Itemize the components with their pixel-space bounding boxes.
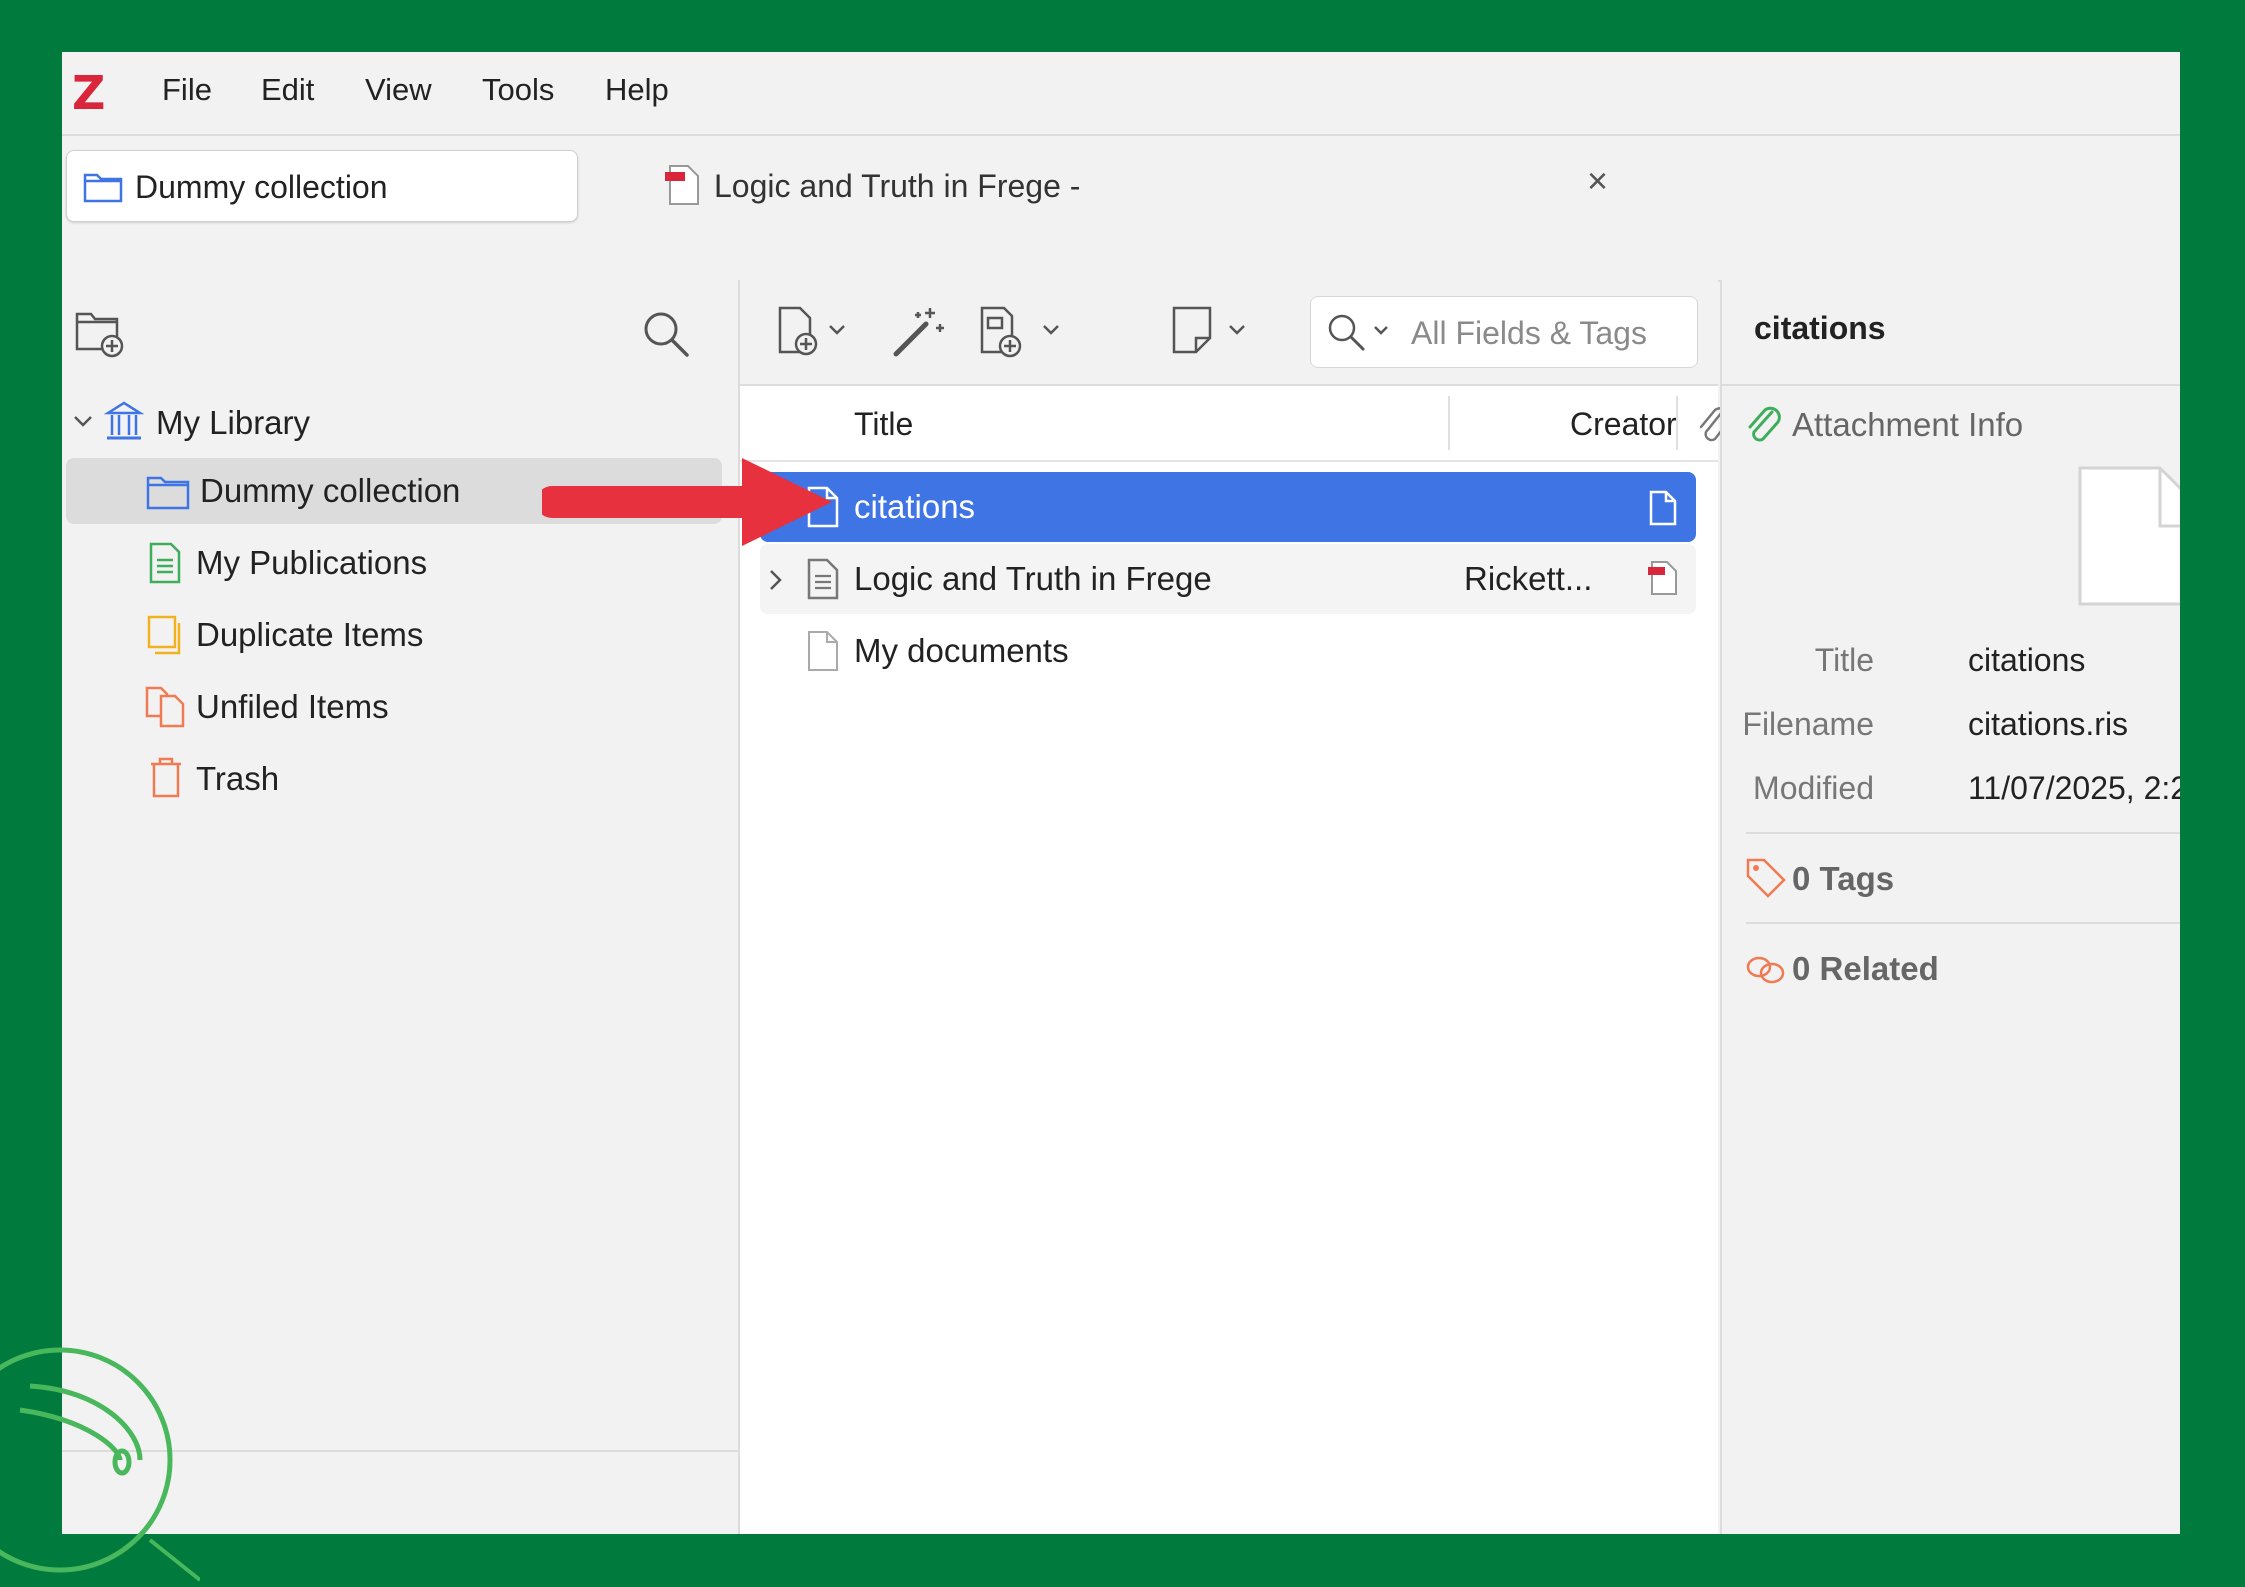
field-label-title: Title bbox=[1814, 642, 1874, 678]
close-tab-icon[interactable]: × bbox=[1587, 160, 1608, 202]
item-title: Logic and Truth in Frege bbox=[854, 560, 1212, 597]
menu-file[interactable]: File bbox=[162, 72, 212, 108]
field-label-filename: Filename bbox=[1742, 706, 1874, 742]
divider bbox=[1746, 832, 2180, 834]
menu-tools[interactable]: Tools bbox=[482, 72, 554, 108]
tags-heading[interactable]: 0 Tags bbox=[1792, 860, 1894, 898]
folder-icon bbox=[146, 476, 190, 510]
publications-icon bbox=[149, 542, 181, 584]
attachment-info-icon bbox=[1748, 406, 1781, 442]
pdf-icon[interactable] bbox=[1646, 560, 1680, 598]
table-row[interactable]: My documents bbox=[760, 616, 1696, 686]
annotation-arrow bbox=[542, 458, 832, 546]
add-attachment-icon[interactable] bbox=[976, 304, 1068, 360]
tab-label: Dummy collection bbox=[135, 169, 388, 205]
new-note-icon[interactable] bbox=[1170, 304, 1254, 360]
item-details-pane: citations Attachment Info Title citation… bbox=[1720, 280, 2180, 1534]
column-title[interactable]: Title bbox=[854, 406, 913, 443]
tree-my-library[interactable]: My Library bbox=[62, 390, 722, 456]
search-input[interactable]: All Fields & Tags bbox=[1310, 296, 1698, 368]
field-label-modified: Modified bbox=[1753, 770, 1874, 806]
book-section-icon bbox=[807, 558, 839, 600]
sidebar-item-duplicate-items[interactable]: Duplicate Items bbox=[62, 602, 722, 668]
pdf-icon bbox=[665, 165, 699, 205]
search-placeholder: All Fields & Tags bbox=[1411, 315, 1647, 351]
search-icon[interactable] bbox=[640, 308, 692, 360]
chevron-down-icon[interactable] bbox=[72, 414, 94, 430]
magic-wand-icon[interactable] bbox=[890, 304, 946, 360]
menu-edit[interactable]: Edit bbox=[261, 72, 314, 108]
column-separator[interactable] bbox=[1676, 396, 1678, 450]
items-toolbar: All Fields & Tags bbox=[740, 280, 1718, 386]
file-preview-icon bbox=[2078, 466, 2180, 606]
table-row[interactable]: citations bbox=[760, 472, 1696, 542]
field-value-title[interactable]: citations bbox=[1968, 642, 2085, 679]
folder-icon bbox=[83, 173, 123, 203]
tab-label: Logic and Truth in Frege - bbox=[714, 168, 1081, 204]
related-heading[interactable]: 0 Related bbox=[1792, 950, 1939, 988]
divider bbox=[1746, 922, 2180, 924]
field-value-modified: 11/07/2025, 2:27:4 bbox=[1968, 770, 2180, 806]
sidebar-item-label: My Publications bbox=[196, 544, 428, 581]
duplicate-icon bbox=[147, 615, 181, 655]
item-title: My documents bbox=[854, 632, 1069, 669]
sidebar-item-label: Unfiled Items bbox=[196, 688, 389, 725]
field-value-filename[interactable]: citations.ris bbox=[1968, 706, 2128, 743]
related-icon bbox=[1746, 956, 1785, 984]
attachment-file-icon[interactable] bbox=[1648, 490, 1678, 526]
sidebar-item-trash[interactable]: Trash bbox=[62, 746, 722, 812]
table-row[interactable]: Logic and Truth in Frege Rickett... bbox=[760, 544, 1696, 614]
column-separator[interactable] bbox=[1448, 396, 1450, 450]
decorative-logo-icon bbox=[0, 1347, 200, 1582]
details-title: citations bbox=[1754, 310, 1886, 346]
item-creator: Rickett... bbox=[1464, 560, 1593, 597]
chevron-right-icon[interactable] bbox=[768, 568, 784, 592]
search-icon bbox=[1328, 314, 1388, 351]
tab-dummy-collection[interactable]: Dummy collection bbox=[66, 150, 578, 222]
attachment-info-heading[interactable]: Attachment Info bbox=[1792, 406, 2023, 444]
tab-logic-and-truth[interactable]: Logic and Truth in Frege - × bbox=[602, 150, 1608, 220]
menu-help[interactable]: Help bbox=[605, 72, 669, 108]
zotero-logo: Z bbox=[72, 66, 106, 120]
item-title: citations bbox=[854, 488, 976, 525]
details-header: citations bbox=[1722, 280, 2180, 386]
library-label: My Library bbox=[156, 404, 311, 441]
sidebar-item-label: Dummy collection bbox=[200, 472, 461, 509]
tab-bar: Dummy collection Logic and Truth in Freg… bbox=[62, 136, 2180, 282]
tag-icon bbox=[1746, 858, 1786, 898]
sidebar-item-unfiled-items[interactable]: Unfiled Items bbox=[62, 674, 722, 740]
zotero-window: Z File Edit View Tools Help Dummy collec… bbox=[62, 52, 2180, 1534]
sidebar-item-label: Duplicate Items bbox=[196, 616, 424, 653]
new-collection-icon[interactable] bbox=[74, 308, 126, 358]
items-pane: All Fields & Tags Title Creator citation… bbox=[740, 280, 1731, 1534]
sidebar-item-label: Trash bbox=[196, 760, 280, 797]
document-icon bbox=[808, 631, 838, 671]
library-icon bbox=[104, 401, 144, 440]
unfiled-icon bbox=[145, 686, 185, 728]
menu-bar: Z File Edit View Tools Help bbox=[62, 52, 2180, 136]
new-item-icon[interactable] bbox=[774, 304, 854, 360]
menu-view[interactable]: View bbox=[365, 72, 432, 108]
column-creator[interactable]: Creator bbox=[1570, 406, 1677, 443]
trash-icon bbox=[151, 757, 181, 798]
column-header: Title Creator bbox=[740, 386, 1731, 462]
